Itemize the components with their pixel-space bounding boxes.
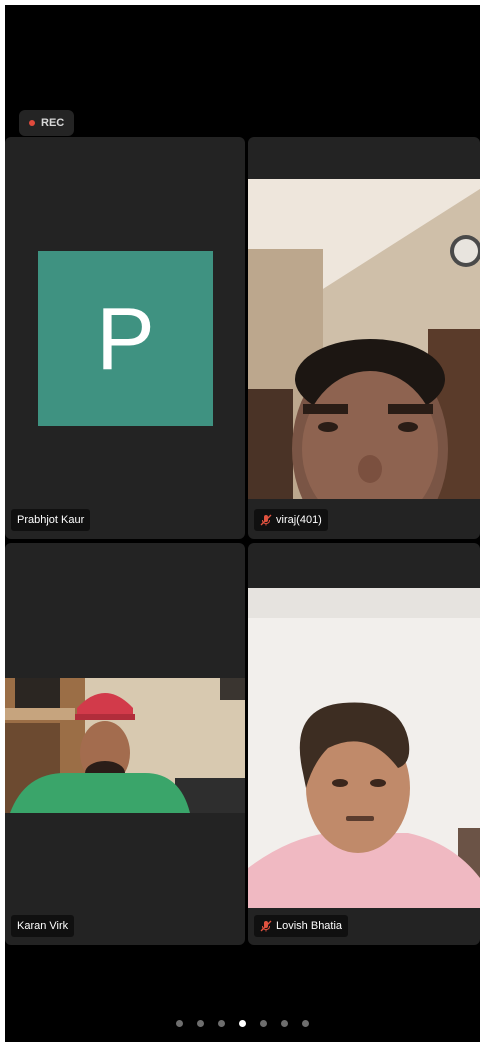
participant-name-tag: Prabhjot Kaur — [11, 509, 91, 531]
page-dot[interactable] — [239, 1020, 246, 1027]
participant-video — [5, 678, 245, 813]
participant-tile-karan[interactable]: Karan Virk — [5, 543, 245, 945]
recording-dot-icon — [29, 120, 35, 126]
participant-name-tag: Karan Virk — [11, 915, 75, 937]
page-dot[interactable] — [302, 1020, 309, 1027]
participant-video — [248, 179, 480, 499]
participant-video — [248, 588, 480, 908]
muted-mic-icon — [260, 920, 272, 932]
participant-name: Karan Virk — [17, 920, 69, 932]
participant-tile-viraj[interactable]: viraj(401) — [248, 137, 480, 539]
participant-name-tag: Lovish Bhatia — [254, 915, 349, 937]
page-dot[interactable] — [176, 1020, 183, 1027]
meeting-screen: REC P Prabhjot Kaur viraj(401) Karan Vir… — [5, 5, 480, 1042]
participant-tile-lovish[interactable]: Lovish Bhatia — [248, 543, 480, 945]
page-dot[interactable] — [197, 1020, 204, 1027]
participant-name: Prabhjot Kaur — [17, 514, 85, 526]
page-dot[interactable] — [260, 1020, 267, 1027]
participant-name-tag: viraj(401) — [254, 509, 328, 531]
avatar-initial: P — [96, 288, 155, 388]
participant-name: viraj(401) — [276, 514, 322, 526]
muted-mic-icon — [260, 514, 272, 526]
avatar: P — [38, 251, 213, 426]
page-indicator[interactable] — [5, 1020, 480, 1027]
participant-name: Lovish Bhatia — [276, 920, 343, 932]
page-dot[interactable] — [281, 1020, 288, 1027]
page-dot[interactable] — [218, 1020, 225, 1027]
participant-tile-prabhjot[interactable]: P Prabhjot Kaur — [5, 137, 245, 539]
recording-indicator: REC — [19, 110, 75, 136]
recording-label: REC — [41, 117, 65, 129]
